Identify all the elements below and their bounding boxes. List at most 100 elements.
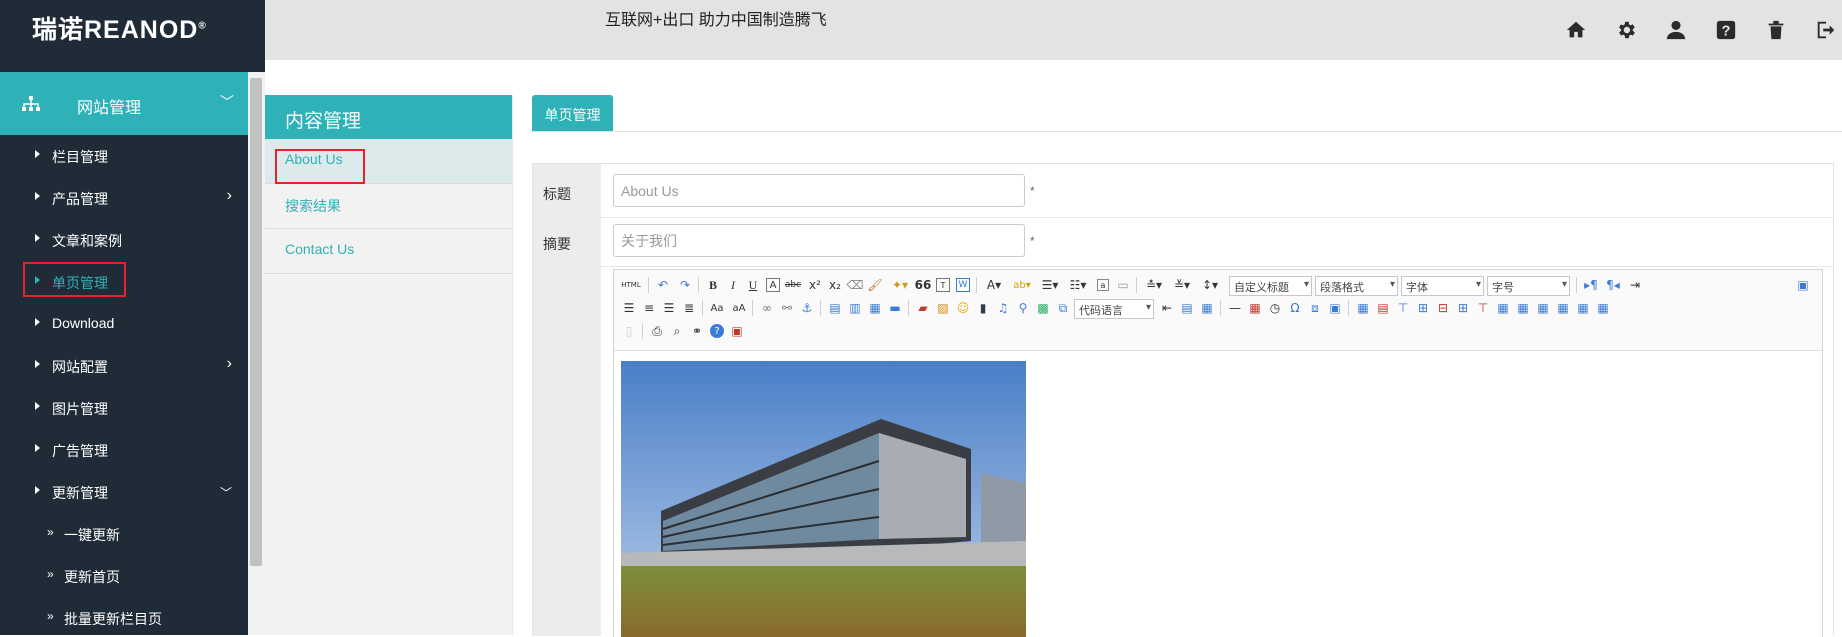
rtl-icon[interactable]: ¶◂	[1604, 276, 1622, 294]
eraser-icon[interactable]: ⌫	[846, 276, 864, 294]
align-center-icon[interactable]: ≡	[640, 299, 658, 317]
logout-icon[interactable]	[1810, 14, 1842, 46]
superscript-icon[interactable]: x²	[806, 276, 824, 294]
to-uppercase-icon[interactable]: Aa	[708, 299, 726, 317]
insert-image-icon[interactable]: ▨	[934, 299, 952, 317]
insert-row-icon[interactable]: ⊞	[1414, 299, 1432, 317]
scrawl-icon[interactable]: ▣	[1326, 299, 1344, 317]
paste-word-icon[interactable]: W	[956, 278, 970, 292]
image-none-icon[interactable]: ▤	[826, 299, 844, 317]
html-source-icon[interactable]: HTML	[620, 276, 642, 294]
title-field[interactable]	[613, 174, 1025, 207]
special-chars-icon[interactable]: Ω	[1286, 299, 1304, 317]
trash-icon[interactable]	[1760, 14, 1792, 46]
unordered-list-icon[interactable]: ☷▾	[1066, 276, 1090, 294]
preview-icon[interactable]: ⌕	[668, 322, 686, 340]
content-menu-item-contact[interactable]: Contact Us	[265, 229, 512, 274]
home-icon[interactable]	[1560, 14, 1592, 46]
font-family-select[interactable]: 字体	[1401, 276, 1484, 296]
insert-col-icon[interactable]: ⊞	[1454, 299, 1472, 317]
sidebar-header[interactable]: 网站管理 ﹀	[0, 72, 248, 135]
content-menu-item-search-results[interactable]: 搜索结果	[265, 184, 512, 229]
sidebar-item-articles[interactable]: 文章和案例	[0, 220, 248, 262]
sidebar-scrollbar[interactable]	[248, 72, 265, 635]
row-spacing-top-icon[interactable]: ≛▾	[1142, 276, 1166, 294]
subscript-icon[interactable]: x₂	[826, 276, 844, 294]
image-right-icon[interactable]: ▦	[866, 299, 884, 317]
ltr-icon[interactable]: ▸¶	[1582, 276, 1600, 294]
redo-icon[interactable]: ↷	[676, 276, 694, 294]
italic-icon[interactable]: I	[724, 276, 742, 294]
print-icon[interactable]: ⎙	[648, 322, 666, 340]
merge-right-icon[interactable]: ▦	[1514, 299, 1532, 317]
music-icon[interactable]: ♫	[994, 299, 1012, 317]
insert-video-icon[interactable]: ▮	[974, 299, 992, 317]
paste-plain-icon[interactable]: T	[936, 278, 950, 292]
split-to-cols-icon[interactable]: ▦	[1594, 299, 1612, 317]
sidebar-subitem-one-click-update[interactable]: » 一键更新	[0, 514, 248, 556]
sidebar-item-updates[interactable]: 更新管理 ﹀	[0, 472, 248, 514]
align-right-icon[interactable]: ☰	[660, 299, 678, 317]
row-spacing-bottom-icon[interactable]: ≚▾	[1170, 276, 1194, 294]
help-icon[interactable]: ?	[1710, 14, 1742, 46]
attachment-icon[interactable]: ⚲	[1014, 299, 1032, 317]
split-to-rows-icon[interactable]: ▦	[1574, 299, 1592, 317]
format-brush-icon[interactable]: 🖌	[866, 276, 884, 294]
sidebar-item-images[interactable]: 图片管理	[0, 388, 248, 430]
user-icon[interactable]	[1660, 14, 1692, 46]
paragraph-format-select[interactable]: 段落格式	[1315, 276, 1398, 296]
unlink-icon[interactable]: ⚯	[778, 299, 796, 317]
sidebar-subitem-batch-update[interactable]: » 批量更新栏目页	[0, 598, 248, 635]
emotion-icon[interactable]: ☺	[954, 299, 972, 317]
heading-select[interactable]: 自定义标题	[1229, 276, 1312, 296]
time-icon[interactable]: ◷	[1266, 299, 1284, 317]
gear-icon[interactable]	[1610, 14, 1642, 46]
summary-field[interactable]	[613, 224, 1025, 257]
sidebar-item-site-config[interactable]: 网站配置 ›	[0, 346, 248, 388]
insert-paragraph-before-table-icon[interactable]: ⊤	[1394, 299, 1412, 317]
image-left-icon[interactable]: ▥	[846, 299, 864, 317]
insert-table-icon[interactable]: ▦	[1354, 299, 1372, 317]
search-replace-icon[interactable]: ⚭	[688, 322, 706, 340]
strikethrough-icon[interactable]: abc	[784, 276, 802, 294]
horizontal-rule-icon[interactable]: —	[1226, 299, 1244, 317]
align-justify-icon[interactable]: ≣	[680, 299, 698, 317]
template-icon[interactable]: ▤	[1178, 299, 1196, 317]
delete-col-icon[interactable]: ⊤	[1474, 299, 1492, 317]
font-border-icon[interactable]: A	[766, 278, 780, 292]
to-lowercase-icon[interactable]: aA	[730, 299, 748, 317]
auto-format-icon[interactable]: ✦▾	[888, 276, 912, 294]
merge-cells-icon[interactable]: ▦	[1494, 299, 1512, 317]
underline-icon[interactable]: U	[744, 276, 762, 294]
fullscreen-icon[interactable]: ▣	[1794, 276, 1812, 294]
sidebar-item-products[interactable]: 产品管理 ›	[0, 178, 248, 220]
page-break-icon[interactable]: ⇤	[1158, 299, 1176, 317]
delete-row-icon[interactable]: ⊟	[1434, 299, 1452, 317]
select-all-icon[interactable]: a	[1097, 279, 1109, 291]
font-color-icon[interactable]: A ▾	[982, 276, 1006, 294]
clear-doc-icon[interactable]: ▭	[1114, 276, 1132, 294]
undo-icon[interactable]: ↶	[654, 276, 672, 294]
background-icon[interactable]: ▦	[1198, 299, 1216, 317]
sidebar-item-download[interactable]: Download	[0, 304, 248, 346]
sidebar-subitem-update-home[interactable]: » 更新首页	[0, 556, 248, 598]
date-icon[interactable]: ▦	[1246, 299, 1264, 317]
sidebar-item-ads[interactable]: 广告管理	[0, 430, 248, 472]
word-image-icon[interactable]: ⧈	[1306, 299, 1324, 317]
split-to-cells-icon[interactable]: ▦	[1554, 299, 1572, 317]
ordered-list-icon[interactable]: ☰▾	[1038, 276, 1062, 294]
bold-icon[interactable]: B	[704, 276, 722, 294]
brand-logo[interactable]: 瑞诺REANOD®	[32, 10, 207, 46]
insert-frame-icon[interactable]: ⧉	[1054, 299, 1072, 317]
anchor-icon[interactable]: ⚓	[798, 299, 816, 317]
draft-icon[interactable]: ▯	[620, 322, 638, 340]
map-icon[interactable]: ▩	[1034, 299, 1052, 317]
line-height-icon[interactable]: ↕▾	[1198, 276, 1222, 294]
link-icon[interactable]: ∞	[758, 299, 776, 317]
font-size-select[interactable]: 字号	[1487, 276, 1570, 296]
help-icon[interactable]: ?	[710, 324, 724, 338]
simple-upload-icon[interactable]: ▰	[914, 299, 932, 317]
image-center-icon[interactable]: ▬	[886, 299, 904, 317]
paste-icon[interactable]: ▣	[728, 322, 746, 340]
blockquote-icon[interactable]: 66	[914, 276, 932, 294]
